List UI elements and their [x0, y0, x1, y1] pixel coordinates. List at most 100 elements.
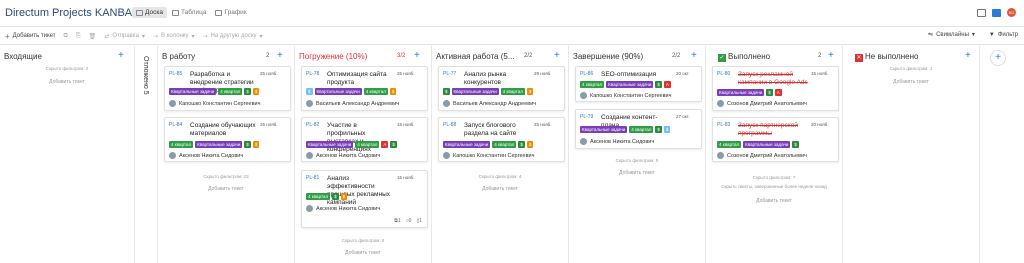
ticket-counters: ⧉1 ○0 ▯1	[394, 218, 422, 224]
add-ticket-link[interactable]: Добавить тикет	[158, 186, 294, 192]
add-icon[interactable]: +	[277, 50, 283, 61]
ticket-title: Оптимизация сайта продукта	[327, 71, 387, 86]
mail-icon[interactable]	[977, 8, 986, 17]
ticket-tags: 4 квартал $ $	[306, 193, 348, 200]
hide-old-tickets-link[interactable]: Скрыть тикеты, завершенные более недели …	[706, 184, 842, 189]
ticket-id: PL-81	[306, 175, 320, 181]
tab-table[interactable]: Таблица	[168, 7, 211, 18]
ticket-tags: Квартальные задачи 4 квартал $ $	[443, 141, 534, 148]
ticket-card[interactable]: PL-86 SEO-оптимизация 20 окт. 4 квартал К…	[575, 66, 702, 102]
ticket-date: 29 нояб.	[534, 71, 552, 76]
ticket-card[interactable]: PL-83 Запуск партнерской программы 20 но…	[712, 117, 839, 162]
send-button[interactable]: ⇄ Отправка ▾	[104, 33, 145, 40]
swimlanes-button[interactable]: ⇋ Свимлайны ▾	[928, 31, 975, 39]
column-immersion: Погружение (10%) 3/2 + PL-78 Оптимизация…	[295, 46, 432, 263]
ticket-title: Анализ эффективности прошлых рекламных к…	[327, 175, 391, 206]
add-ticket-link[interactable]: Добавить тикет	[843, 79, 979, 85]
trash-icon[interactable]: 🗑	[89, 33, 97, 40]
add-icon[interactable]: +	[965, 50, 971, 61]
avatar	[717, 152, 724, 159]
ticket-card[interactable]: PL-85 Разработка и внедрение стратегии e…	[164, 66, 291, 111]
tab-board[interactable]: Доска	[132, 7, 167, 18]
chevron-down-icon: ▾	[191, 33, 195, 40]
ticket-id: PL-82	[306, 122, 320, 128]
to-column-button[interactable]: ⇢ В колонку ▾	[153, 33, 195, 40]
ticket-assignee: Аксенов Никита Сидович	[580, 138, 654, 145]
ticket-assignee: Васильев Александр Андреевич	[306, 100, 399, 107]
top-icons: ЛО	[977, 8, 1016, 17]
tab-chart[interactable]: График	[211, 7, 250, 18]
add-icon[interactable]: +	[118, 50, 124, 61]
ticket-id: PL-88	[443, 122, 457, 128]
hidden-note: Скрыто фильтром: 5	[341, 238, 385, 243]
move-icon: ⇢	[202, 33, 208, 40]
ticket-card[interactable]: PL-88 Запуск блогового раздела на сайте …	[438, 117, 565, 162]
add-ticket-link[interactable]: Добавить тикет	[295, 250, 431, 256]
add-column-button[interactable]: +	[990, 50, 1006, 66]
paste-icon[interactable]: ⎘	[76, 33, 81, 40]
ticket-card[interactable]: PL-81 Анализ эффективности прошлых рекла…	[301, 170, 428, 228]
ticket-title: Участие в профильных выставках и конфере…	[327, 122, 372, 153]
ticket-title: Запуск блогового раздела на сайте	[464, 122, 517, 137]
column-count: 2/2	[524, 53, 533, 59]
avatar	[580, 138, 587, 145]
ticket-id: PL-85	[169, 71, 183, 77]
to-board-button[interactable]: ⇢ На другую доску ▾	[202, 33, 262, 40]
avatar[interactable]: ЛО	[1007, 8, 1016, 17]
add-icon[interactable]: +	[414, 50, 420, 61]
avatar	[306, 100, 313, 107]
board: Входящие + Скрыто фильтром: 2 Добавить т…	[0, 46, 1024, 263]
column-not-done: ✕ Не выполнено + Скрыто фильтром: 1 Добав…	[843, 46, 980, 263]
comment-icon: ○0	[405, 218, 412, 224]
ticket-title: SEO-оптимизация	[601, 71, 657, 78]
column-incoming: Входящие + Скрыто фильтром: 2 Добавить т…	[0, 46, 135, 263]
add-icon[interactable]: +	[691, 50, 697, 61]
copy-icon[interactable]: ⧉	[64, 33, 68, 40]
move-icon: ⇢	[152, 33, 158, 40]
ticket-card[interactable]: PL-77 Анализ рынка конкурентов 29 нояб. …	[438, 66, 565, 111]
ticket-tags: 4 квартал Квартальные задачи $ A	[580, 81, 671, 88]
ticket-id: PL-79	[580, 114, 594, 120]
column-count: 2	[266, 53, 270, 59]
ticket-date: 15 нояб.	[397, 122, 415, 127]
filter-button[interactable]: ▼ Фильтр	[989, 32, 1018, 38]
ticket-id: PL-78	[306, 71, 320, 77]
ticket-date: 27 окт.	[676, 114, 690, 119]
hidden-note: Скрыто фильтром: 23	[203, 174, 249, 179]
ticket-card[interactable]: PL-80 Запуск рекламной кампании в Google…	[712, 66, 839, 111]
ticket-title: Запуск рекламной кампании в Google Ads	[738, 71, 808, 86]
hidden-note: Скрыто фильтром: 4	[478, 174, 522, 179]
add-icon[interactable]: +	[828, 50, 834, 61]
column-count: 3/2	[397, 53, 406, 59]
ticket-date: 25 нояб.	[397, 71, 415, 76]
ticket-title: Создание обучающих материалов	[190, 122, 256, 137]
ticket-date: 15 нояб.	[811, 71, 829, 76]
ticket-assignee: Аксенов Никита Сидович	[306, 152, 380, 159]
send-icon: ⇄	[104, 33, 110, 40]
ticket-tags: Квартальные задачи 4 квартал $ $	[580, 126, 671, 133]
add-icon[interactable]: +	[554, 50, 560, 61]
ticket-card[interactable]: PL-84 Создание обучающих материалов 25 н…	[164, 117, 291, 162]
filter-icon: ▼	[988, 31, 995, 38]
column-title: Входящие	[4, 52, 42, 61]
chevron-down-icon: ▾	[971, 32, 975, 38]
ticket-card[interactable]: PL-78 Оптимизация сайта продукта 25 нояб…	[301, 66, 428, 111]
column-title: Завершение (90%)	[573, 52, 644, 61]
ticket-date: 25 нояб.	[260, 122, 278, 127]
notebook-icon[interactable]	[992, 8, 1001, 17]
ticket-card[interactable]: PL-79 Создание контент-плана 27 окт. Ква…	[575, 109, 702, 149]
board-icon	[136, 9, 143, 16]
add-ticket-link[interactable]: Добавить тикет	[0, 79, 134, 85]
ticket-card[interactable]: PL-82 Участие в профильных выставках и к…	[301, 117, 428, 162]
hidden-note: Скрыто фильтром: 1	[889, 66, 933, 71]
add-ticket-link[interactable]: Добавить тикет	[432, 186, 568, 192]
plus-icon: +	[5, 31, 10, 41]
avatar	[306, 205, 313, 212]
add-ticket-button[interactable]: + Добавить тикет	[5, 32, 56, 41]
add-ticket-link[interactable]: Добавить тикет	[706, 198, 842, 204]
add-ticket-link[interactable]: Добавить тикет	[569, 170, 705, 176]
column-title: Активная работа (5...	[436, 52, 515, 61]
hidden-note: Скрыто фильтром: 7	[752, 175, 796, 180]
ticket-tags: Квартальные задачи 4 квартал A $	[306, 141, 397, 148]
ticket-tags: Квартальные задачи $ A	[717, 89, 782, 96]
